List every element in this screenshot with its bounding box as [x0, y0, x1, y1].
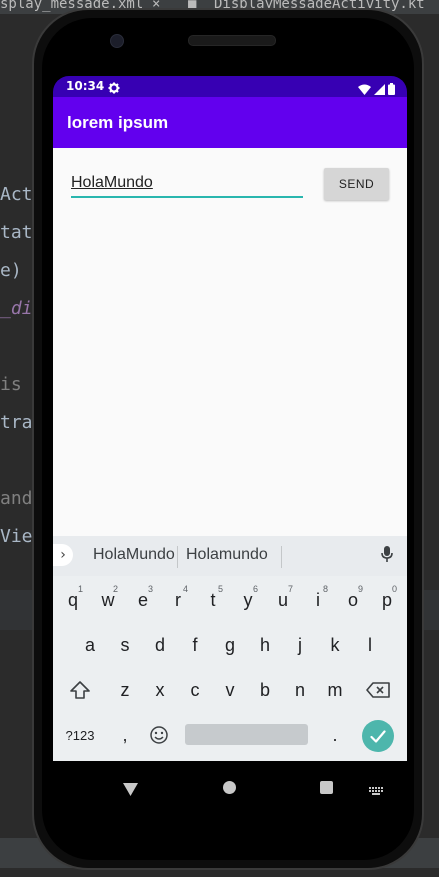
key-c[interactable]: c [178, 670, 212, 710]
key-a[interactable]: a [73, 625, 107, 665]
earpiece-speaker [188, 35, 276, 46]
key-j[interactable]: j [283, 625, 317, 665]
key-hint: 3 [147, 584, 153, 594]
key-y[interactable]: y6 [231, 580, 265, 620]
chevron-right-icon[interactable]: › [53, 544, 73, 566]
key-label: u [277, 589, 288, 610]
key-label: i [316, 589, 320, 610]
key-i[interactable]: i8 [301, 580, 335, 620]
comma-key[interactable]: , [108, 715, 142, 755]
message-input[interactable]: HolaMundo [71, 173, 303, 198]
emoji-icon[interactable] [142, 715, 176, 755]
front-camera [110, 34, 124, 48]
key-hint: 4 [182, 584, 188, 594]
key-e[interactable]: e3 [126, 580, 160, 620]
key-hint: 9 [357, 584, 363, 594]
key-hint: 5 [217, 584, 223, 594]
key-f[interactable]: f [178, 625, 212, 665]
key-u[interactable]: u7 [266, 580, 300, 620]
key-r[interactable]: r4 [161, 580, 195, 620]
done-key-check-icon[interactable] [362, 720, 394, 752]
key-z[interactable]: z [108, 670, 142, 710]
code-line: e) [0, 260, 22, 281]
key-hint: 8 [322, 584, 328, 594]
suggestion-item[interactable]: HolaMundo [93, 546, 175, 564]
key-p[interactable]: p0 [370, 580, 404, 620]
key-h[interactable]: h [248, 625, 282, 665]
key-t[interactable]: t5 [196, 580, 230, 620]
key-w[interactable]: w2 [91, 580, 125, 620]
suggestion-item[interactable]: Holamundo [186, 546, 268, 564]
message-input-text: HolaMundo [71, 174, 153, 191]
key-label: o [347, 589, 358, 610]
key-k[interactable]: k [318, 625, 352, 665]
key-label: y [243, 589, 253, 610]
back-triangle-icon[interactable] [123, 781, 138, 800]
suggestion-divider [177, 546, 178, 568]
mic-icon[interactable] [381, 546, 393, 567]
key-m[interactable]: m [318, 670, 352, 710]
status-bar: 10:34 [53, 76, 407, 97]
key-v[interactable]: v [213, 670, 247, 710]
device-screen: 10:34 lorem ipsum HolaMundo SEND › HolaM… [53, 76, 407, 818]
symbols-key[interactable]: ?123 [63, 715, 97, 755]
key-x[interactable]: x [143, 670, 177, 710]
key-hint: 1 [77, 584, 83, 594]
suggestion-strip: › HolaMundo Holamundo [53, 536, 407, 576]
app-title: lorem ipsum [67, 113, 169, 132]
gear-icon [108, 79, 120, 98]
key-label: q [67, 589, 78, 610]
recents-square-icon[interactable] [320, 781, 333, 794]
key-d[interactable]: d [143, 625, 177, 665]
code-line: and [0, 488, 33, 509]
app-toolbar: lorem ipsum [53, 97, 407, 148]
shift-key-icon[interactable] [63, 670, 97, 710]
soft-keyboard: › HolaMundo Holamundo q1 w2 e3 r4 t5 y6 … [53, 536, 407, 761]
key-hint: 7 [287, 584, 293, 594]
home-circle-icon[interactable] [223, 781, 236, 794]
key-n[interactable]: n [283, 670, 317, 710]
suggestion-divider [281, 546, 282, 568]
key-label: t [210, 589, 216, 610]
navigation-bar [53, 761, 407, 818]
key-label: r [175, 589, 181, 610]
key-s[interactable]: s [108, 625, 142, 665]
key-b[interactable]: b [248, 670, 282, 710]
send-button[interactable]: SEND [324, 168, 389, 200]
backspace-key-icon[interactable] [361, 670, 395, 710]
key-hint: 6 [252, 584, 258, 594]
key-label: e [137, 589, 148, 610]
key-g[interactable]: g [213, 625, 247, 665]
key-hint: 0 [391, 584, 397, 594]
keyboard-switch-icon[interactable] [369, 782, 383, 801]
key-q[interactable]: q1 [56, 580, 90, 620]
activity-content: HolaMundo SEND [53, 148, 407, 536]
key-label: p [381, 589, 392, 610]
period-key[interactable]: . [318, 715, 352, 755]
key-o[interactable]: o9 [336, 580, 370, 620]
status-time: 10:34 [66, 79, 105, 93]
space-key[interactable] [185, 724, 308, 745]
key-hint: 2 [112, 584, 118, 594]
key-l[interactable]: l [353, 625, 387, 665]
